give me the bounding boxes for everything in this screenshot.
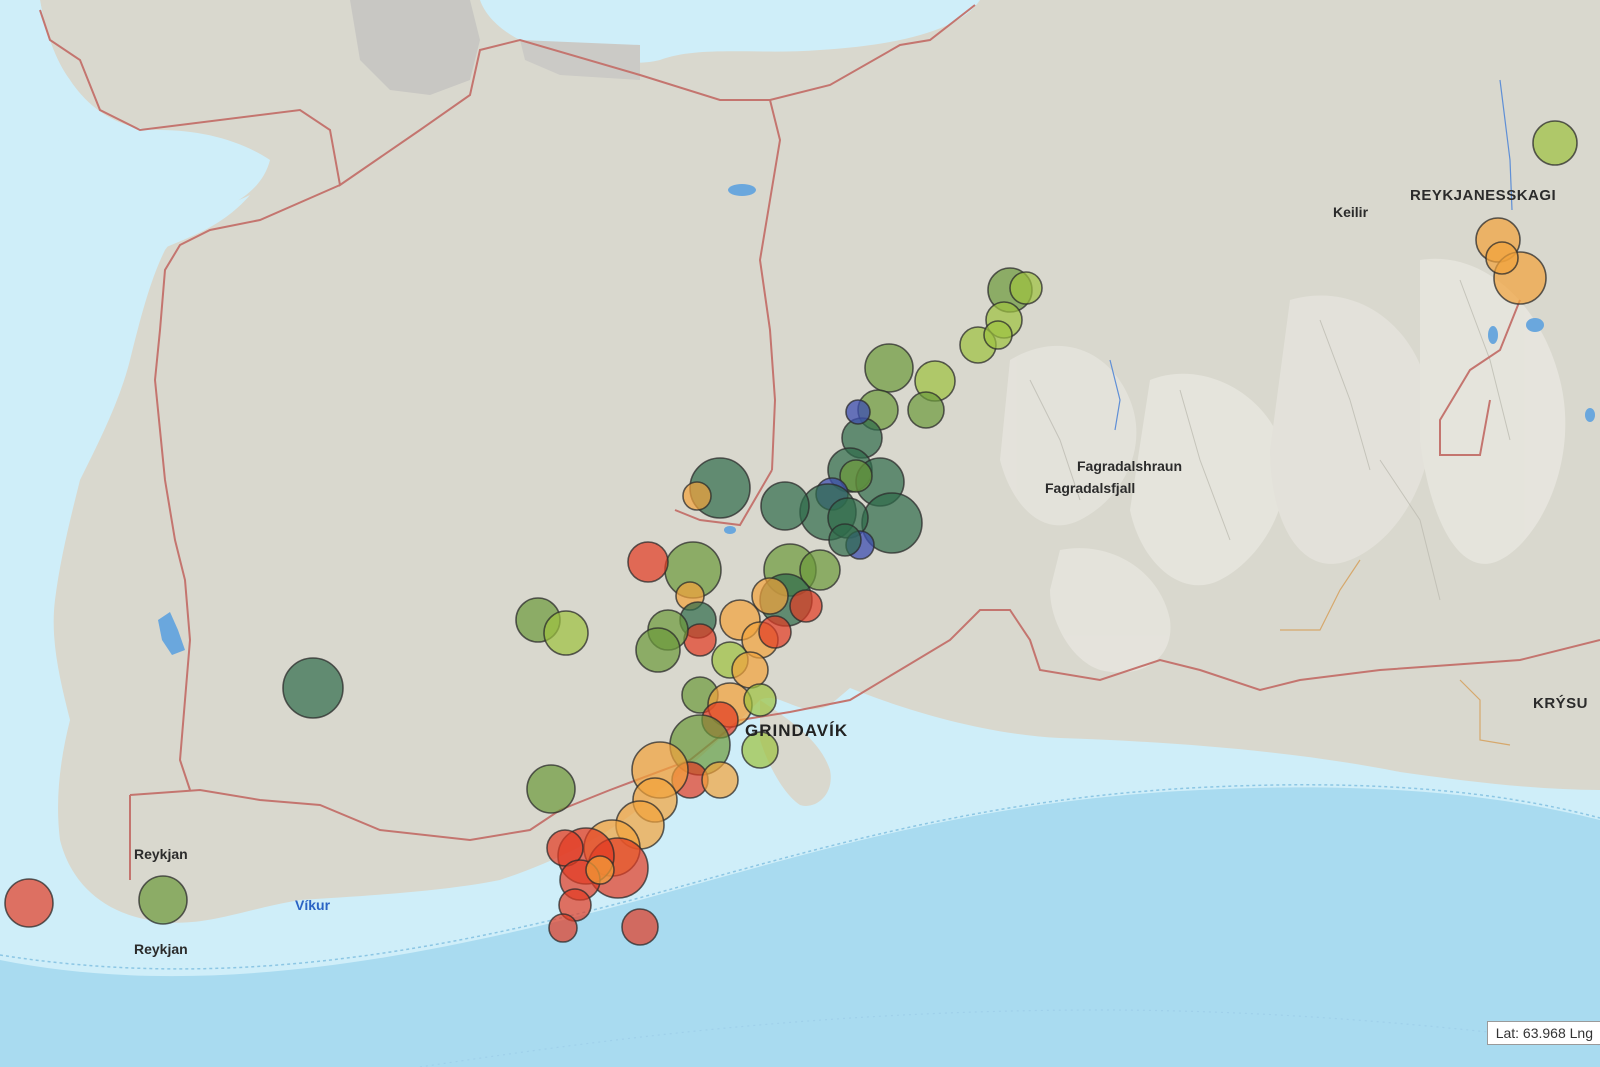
earthquake-marker[interactable] xyxy=(907,391,945,429)
label-fagradalshraun: Fagradalshraun xyxy=(1077,458,1183,474)
earthquake-marker[interactable] xyxy=(758,615,792,649)
earthquake-marker[interactable] xyxy=(543,610,589,656)
label-reykjan-lower: Reykjan xyxy=(134,941,188,957)
label-krysu: KRÝSU xyxy=(1533,695,1589,712)
earthquake-marker[interactable] xyxy=(627,541,669,583)
earthquake-marker[interactable] xyxy=(1485,241,1519,275)
map-view[interactable]: REYKJANESSKAGI Keilir Fagradalshraun Fag… xyxy=(0,0,1600,1067)
earthquake-marker[interactable] xyxy=(282,657,344,719)
earthquake-marker[interactable] xyxy=(138,875,188,925)
earthquake-marker[interactable] xyxy=(548,913,578,943)
label-vikur: Víkur xyxy=(295,897,331,913)
earthquake-marker[interactable] xyxy=(4,878,54,928)
earthquake-marker[interactable] xyxy=(760,481,810,531)
earthquake-marker[interactable] xyxy=(621,908,659,946)
earthquake-marker[interactable] xyxy=(731,651,769,689)
earthquake-marker[interactable] xyxy=(751,577,789,615)
earthquake-marker[interactable] xyxy=(526,764,576,814)
earthquake-layer xyxy=(4,120,1578,946)
earthquake-marker[interactable] xyxy=(683,623,717,657)
coordinate-readout: Lat: 63.968 Lng xyxy=(1486,1021,1600,1045)
earthquake-marker[interactable] xyxy=(635,627,681,673)
earthquake-marker[interactable] xyxy=(845,399,871,425)
label-grindavik: GRINDAVÍK xyxy=(745,721,849,740)
earthquake-marker[interactable] xyxy=(1009,271,1043,305)
earthquake-marker[interactable] xyxy=(682,481,712,511)
label-reykjan-upper: Reykjan xyxy=(134,846,188,862)
earthquake-marker[interactable] xyxy=(743,683,777,717)
earthquake-marker[interactable] xyxy=(701,761,739,799)
earthquake-marker[interactable] xyxy=(1532,120,1578,166)
earthquake-marker[interactable] xyxy=(828,523,862,557)
label-keilir: Keilir xyxy=(1333,204,1369,220)
earthquake-marker[interactable] xyxy=(585,855,615,885)
label-fagradalsfjall: Fagradalsfjall xyxy=(1045,480,1136,496)
label-reykjanesskagi: REYKJANESSKAGI xyxy=(1410,187,1557,204)
earthquake-marker[interactable] xyxy=(789,589,823,623)
earthquake-marker[interactable] xyxy=(864,343,914,393)
earthquake-marker[interactable] xyxy=(983,320,1013,350)
